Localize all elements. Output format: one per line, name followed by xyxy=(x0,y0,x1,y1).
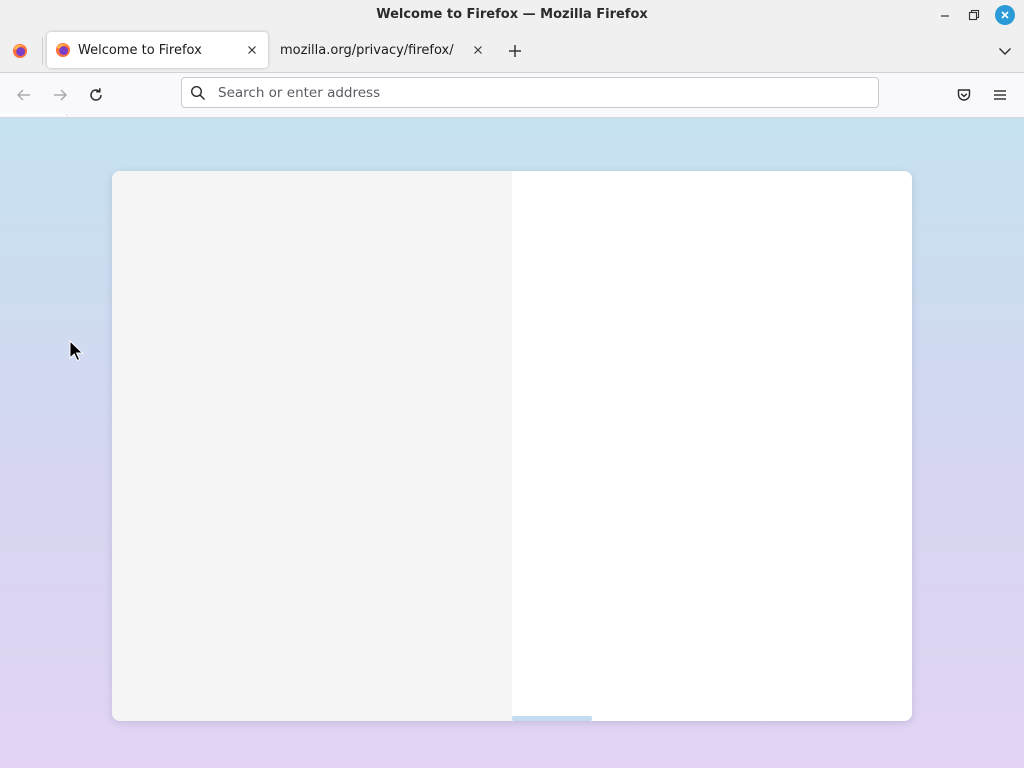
window-title: Welcome to Firefox — Mozilla Firefox xyxy=(376,7,648,22)
pocket-icon xyxy=(957,89,971,101)
page-load-indicator xyxy=(0,114,67,116)
firefox-logo-icon xyxy=(56,43,70,57)
maximize-icon xyxy=(968,9,980,21)
step-indicator xyxy=(512,716,592,721)
url-input[interactable] xyxy=(216,78,878,107)
application-menu-button[interactable] xyxy=(986,81,1014,109)
maximize-button[interactable] xyxy=(964,5,984,25)
minimize-button[interactable] xyxy=(935,5,955,25)
tab-label: Welcome to Firefox xyxy=(78,42,202,58)
forward-arrow-icon xyxy=(54,89,67,101)
search-icon xyxy=(190,85,206,100)
plus-icon xyxy=(509,45,521,57)
tab-separator xyxy=(42,37,43,65)
tab-strip: Welcome to Firefox mozilla.org/privacy/f… xyxy=(0,30,1024,73)
title-bar: Welcome to Firefox — Mozilla Firefox xyxy=(0,0,1024,30)
tab-privacy-page[interactable]: mozilla.org/privacy/firefox/ xyxy=(270,32,494,68)
mouse-pointer-icon xyxy=(69,340,84,362)
forward-button[interactable] xyxy=(46,81,74,109)
close-icon xyxy=(248,46,256,54)
new-tab-button[interactable] xyxy=(503,39,527,63)
list-all-tabs-button[interactable] xyxy=(994,39,1016,63)
minimize-icon xyxy=(941,15,949,17)
back-button[interactable] xyxy=(10,81,38,109)
tab-close-button[interactable] xyxy=(242,40,262,60)
page-content xyxy=(0,118,1024,768)
welcome-card-left-panel xyxy=(112,171,512,721)
hamburger-menu-icon xyxy=(994,90,1006,100)
close-icon xyxy=(1001,11,1009,19)
tab-label: mozilla.org/privacy/firefox/ xyxy=(280,42,454,58)
navigation-toolbar xyxy=(0,73,1024,118)
pocket-button[interactable] xyxy=(950,81,978,109)
firefox-view-icon xyxy=(13,44,27,58)
welcome-card xyxy=(112,171,912,721)
back-arrow-icon xyxy=(17,89,30,101)
firefox-view-button[interactable] xyxy=(6,38,34,64)
url-bar[interactable] xyxy=(181,77,879,108)
tab-welcome-to-firefox[interactable]: Welcome to Firefox xyxy=(47,32,268,68)
close-window-button[interactable] xyxy=(995,5,1015,25)
reload-button[interactable] xyxy=(82,81,110,109)
close-icon xyxy=(474,46,482,54)
chevron-down-icon xyxy=(999,48,1011,55)
tab-close-button[interactable] xyxy=(468,40,488,60)
welcome-card-right-panel xyxy=(512,171,912,721)
reload-icon xyxy=(90,88,102,101)
